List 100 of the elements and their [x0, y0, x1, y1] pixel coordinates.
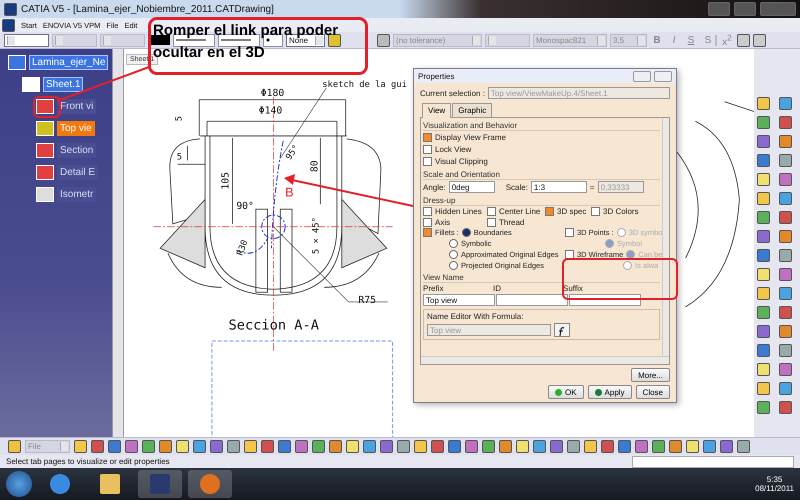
section-title: Visualization and Behavior [423, 119, 660, 131]
tab[interactable]: Graphic [452, 103, 492, 118]
checkbox[interactable] [487, 207, 496, 216]
toolbar-icon[interactable] [779, 249, 792, 262]
ok-button[interactable]: OK [548, 385, 584, 399]
toolbar-icon[interactable] [779, 135, 792, 148]
id-field[interactable] [496, 294, 568, 306]
toolbar-icon[interactable] [363, 440, 376, 453]
checkbox[interactable] [423, 218, 432, 227]
toolbar-icon[interactable] [142, 440, 155, 453]
line-style-picker[interactable] [218, 34, 260, 46]
tab[interactable]: View [422, 103, 452, 118]
toolbar-icon[interactable] [757, 116, 770, 129]
toolbar-icon[interactable] [312, 440, 325, 453]
window-title: CATIA V5 - [Lamina_ejer_Nobiembre_2011.CATDrawing] [21, 4, 274, 14]
toolbar-icon[interactable] [779, 287, 792, 300]
toolbar-icon[interactable] [516, 440, 529, 453]
toolbar-icon[interactable] [757, 192, 770, 205]
toolbar-icon[interactable] [737, 440, 750, 453]
radio-button[interactable] [449, 239, 458, 248]
toolbar-icon[interactable] [779, 192, 792, 205]
toolbar-icon[interactable] [414, 440, 427, 453]
radio-button[interactable] [605, 239, 614, 248]
toolbar-icon[interactable] [669, 440, 682, 453]
toolbar-icon[interactable] [329, 440, 342, 453]
toolbar-icon[interactable] [757, 173, 770, 186]
toolbar-icon[interactable] [779, 325, 792, 338]
formula-button[interactable] [554, 323, 570, 337]
checkbox[interactable] [565, 250, 574, 259]
toolbar-icon[interactable] [779, 382, 792, 395]
toolbar-icon[interactable] [244, 440, 257, 453]
checkbox[interactable] [565, 228, 574, 237]
toolbar-icon[interactable] [346, 440, 359, 453]
close-button[interactable]: Close [636, 385, 670, 399]
tree-item[interactable]: Isometr [57, 187, 96, 202]
radio-button[interactable] [623, 261, 632, 270]
toolbar-icon[interactable] [499, 440, 512, 453]
toolbar-icon[interactable] [779, 97, 792, 110]
scale-field[interactable]: 1:3 [530, 181, 587, 193]
checkbox[interactable] [423, 157, 432, 166]
toolbar-icon[interactable] [703, 440, 716, 453]
toolbar-icon[interactable] [567, 440, 580, 453]
toolbar-icon[interactable] [757, 382, 770, 395]
toolbar-icon[interactable] [779, 154, 792, 167]
toolbar-icon[interactable] [757, 363, 770, 376]
toolbar-icon[interactable] [176, 440, 189, 453]
toolbar-icon[interactable] [686, 440, 699, 453]
toolbar-icon[interactable] [757, 97, 770, 110]
help-button[interactable] [633, 70, 651, 82]
checkbox-label: Display View Frame [435, 133, 506, 142]
tree-item[interactable]: Lamina_ejer_Ne [29, 55, 108, 70]
dropdown-field[interactable] [4, 34, 49, 46]
radio-button[interactable] [449, 250, 458, 259]
tree-scrollbar[interactable] [112, 49, 123, 437]
toolbar-icon[interactable] [757, 306, 770, 319]
toolbar-icon[interactable] [193, 440, 206, 453]
toolbar-icon[interactable] [227, 440, 240, 453]
toolbar-icon[interactable] [757, 268, 770, 281]
dimension-label: 90° [236, 201, 254, 212]
tree-item[interactable]: Section [57, 143, 96, 158]
dimension-label: 105 [220, 172, 232, 190]
checkbox[interactable] [487, 218, 496, 227]
radio-button[interactable] [449, 261, 458, 270]
tree-item[interactable]: Detail E [57, 165, 98, 180]
dimension-label: B [285, 186, 294, 200]
toolbar-icon[interactable] [652, 440, 665, 453]
horizontal-scrollbar[interactable] [421, 356, 669, 364]
checkbox[interactable] [591, 207, 600, 216]
start-button[interactable] [6, 471, 32, 497]
toolbar-icon[interactable] [584, 440, 597, 453]
toolbar-icon[interactable] [74, 440, 87, 453]
checkbox[interactable] [423, 207, 432, 216]
toolbar-icon[interactable] [533, 440, 546, 453]
radio-button[interactable] [616, 228, 626, 237]
toolbar-icon[interactable] [397, 440, 410, 453]
dimension-label: 5 [174, 116, 185, 122]
more-button[interactable]: More... [631, 368, 670, 382]
apply-button[interactable]: Apply [588, 385, 632, 399]
toolbar-icon[interactable] [779, 230, 792, 243]
toolbar-icon[interactable] [377, 34, 390, 46]
checkbox[interactable] [423, 145, 432, 154]
checkbox[interactable] [423, 228, 432, 237]
tree-item[interactable]: Front vi [57, 99, 96, 114]
toolbar-icon[interactable] [757, 211, 770, 224]
toolbar-icon[interactable] [779, 344, 792, 357]
radio-button[interactable] [462, 228, 471, 237]
toolbar-icon[interactable] [482, 440, 495, 453]
prefix-field[interactable]: Top view [423, 294, 495, 306]
close-button[interactable] [654, 70, 672, 82]
toolbar-icon[interactable] [757, 287, 770, 300]
toolbar-icon[interactable] [159, 440, 172, 453]
checkbox[interactable] [423, 133, 432, 142]
checkbox-label: Thread [499, 218, 524, 227]
tree-item[interactable]: Sheet.1 [43, 77, 84, 92]
angle-field[interactable]: 0deg [448, 181, 495, 193]
vertical-scrollbar[interactable] [662, 118, 669, 356]
checkbox[interactable] [545, 207, 554, 216]
tree-item[interactable]: Top vie [57, 121, 95, 136]
command-field[interactable] [632, 456, 794, 468]
toolbar-icon[interactable] [757, 401, 770, 414]
